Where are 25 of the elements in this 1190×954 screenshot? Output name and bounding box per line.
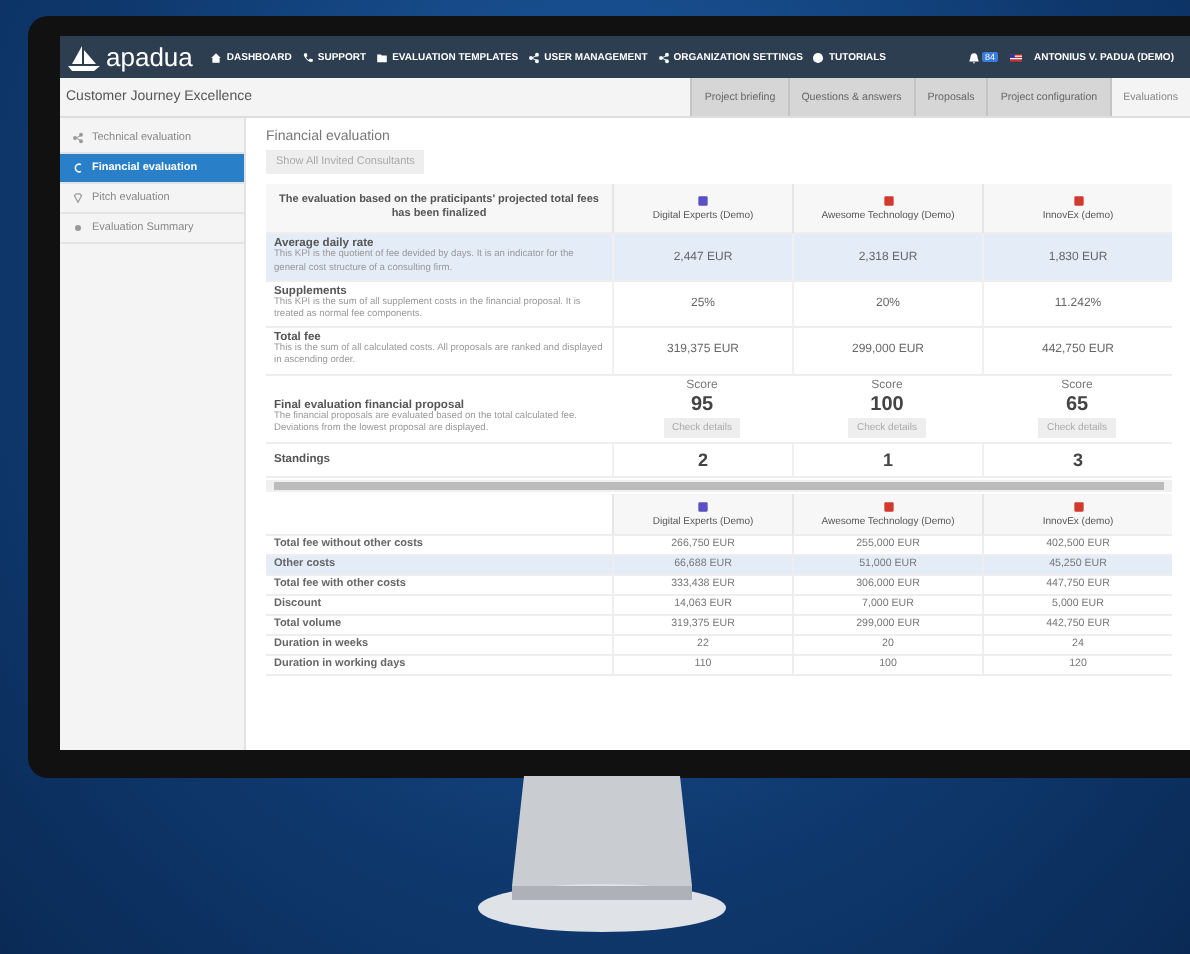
dot-icon (72, 222, 84, 234)
score-value: 65 (1065, 393, 1089, 416)
company-logo-icon (696, 499, 710, 514)
share-icon (528, 51, 541, 63)
company-logo-icon (696, 194, 710, 209)
brand-logo-text: apadua (106, 42, 193, 72)
bell-icon[interactable] (967, 51, 980, 63)
standing-rank: 2 (697, 449, 708, 470)
sailboat-logo-icon (68, 43, 100, 71)
flag-icon[interactable] (1007, 51, 1024, 63)
standing-rank: 3 (1072, 449, 1083, 470)
score-value: 95 (690, 393, 714, 416)
company-logo-icon (1071, 499, 1085, 514)
horizontal-scrollbar[interactable] (266, 479, 1172, 492)
folder-icon (376, 51, 389, 63)
company-logo-icon (1071, 194, 1085, 209)
standing-rank: 1 (882, 449, 893, 470)
score-value: 100 (870, 393, 904, 416)
company-logo-icon (881, 499, 895, 514)
home-icon (210, 51, 223, 63)
phone-icon (301, 51, 314, 63)
share-icon (72, 132, 84, 144)
diamond-icon (72, 192, 84, 204)
share-icon (657, 51, 670, 63)
company-logo-icon (881, 194, 895, 209)
